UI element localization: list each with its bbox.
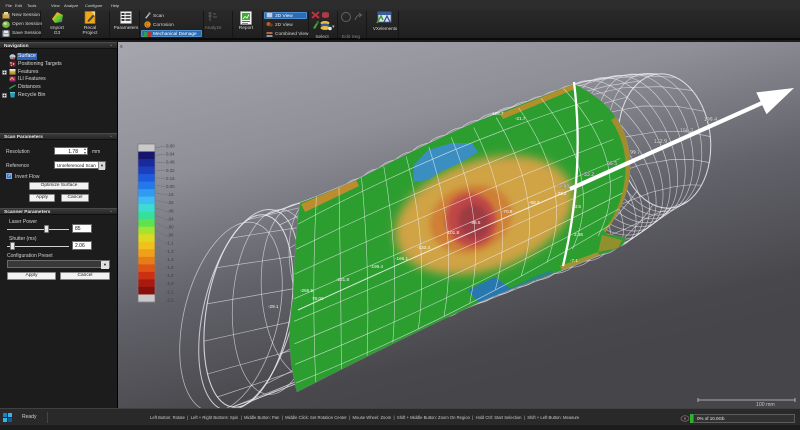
svg-text:-33.2: -33.2	[556, 191, 567, 196]
svg-text:x: x	[120, 44, 123, 50]
svg-text:66.5: 66.5	[607, 161, 617, 167]
svg-text:78.02: 78.02	[312, 296, 324, 301]
svg-text:-133.4: -133.4	[417, 245, 430, 250]
svg-text:-.64: -.64	[166, 216, 174, 221]
svg-text:-1.4: -1.4	[166, 257, 174, 262]
svg-text:23.5: 23.5	[572, 204, 581, 209]
svg-text:128.7: 128.7	[492, 111, 504, 116]
svg-text:132.9: 132.9	[654, 139, 667, 145]
svg-text:-101.8: -101.8	[446, 230, 459, 235]
svg-text:0.80: 0.80	[166, 144, 175, 149]
svg-text:-1.3: -1.3	[166, 249, 174, 254]
svg-text:-.96: -.96	[166, 233, 174, 238]
svg-text:166.3: 166.3	[680, 128, 693, 134]
svg-text:-70.8: -70.8	[502, 209, 513, 214]
svg-text:-231.8: -231.8	[336, 277, 349, 282]
svg-text:-199.4: -199.4	[370, 264, 383, 269]
svg-text:-86.5: -86.5	[470, 220, 481, 225]
svg-text:-7.1: -7.1	[570, 258, 578, 263]
svg-text:0.00: 0.00	[166, 184, 175, 189]
svg-text:2:36: 2:36	[574, 232, 583, 237]
svg-text:0.64: 0.64	[166, 152, 175, 157]
svg-text:-.48: -.48	[166, 208, 174, 213]
svg-text:0.32: 0.32	[166, 168, 175, 173]
svg-text:33.2: 33.2	[584, 172, 594, 178]
svg-text:-166.1: -166.1	[395, 256, 408, 261]
svg-text:12:00: 12:00	[556, 184, 569, 190]
svg-text:199.4: 199.4	[704, 117, 717, 123]
svg-text:C: C	[146, 23, 150, 28]
svg-text:-265.5: -265.5	[300, 288, 313, 293]
svg-text:-1.8: -1.8	[166, 273, 174, 278]
svg-text:-.80: -.80	[166, 225, 174, 230]
svg-text:-1.1: -1.1	[166, 241, 174, 246]
svg-text:-58.3: -58.3	[529, 200, 540, 205]
svg-text:-2.1: -2.1	[166, 289, 174, 294]
svg-text:-29.1: -29.1	[268, 304, 279, 309]
svg-text:0.48: 0.48	[166, 160, 175, 165]
svg-text:-.16: -.16	[166, 192, 174, 197]
svg-text:0.16: 0.16	[166, 176, 175, 181]
svg-text:-.32: -.32	[166, 200, 174, 205]
svg-text:-1.6: -1.6	[166, 265, 174, 270]
svg-text:-21.7: -21.7	[515, 116, 526, 121]
svg-text:-2.2: -2.2	[166, 297, 174, 302]
svg-text:-1.9: -1.9	[166, 281, 174, 286]
svg-text:99.7: 99.7	[630, 150, 640, 156]
